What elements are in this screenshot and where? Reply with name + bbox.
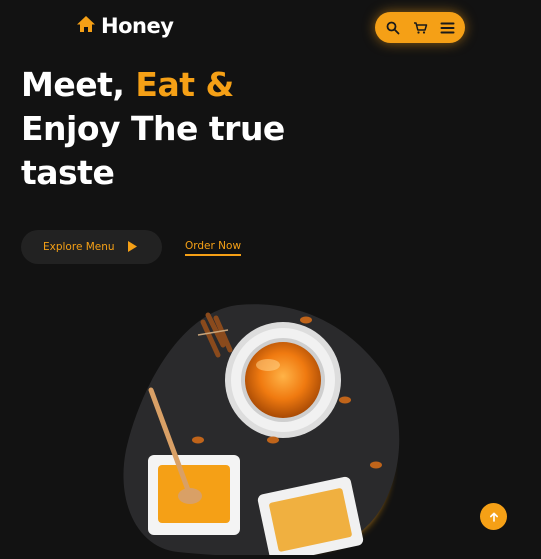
- brand-name: Honey: [101, 14, 174, 38]
- explore-menu-button[interactable]: Explore Menu: [21, 230, 162, 264]
- play-icon: [127, 238, 138, 257]
- arrow-up-icon: [489, 507, 499, 526]
- explore-menu-label: Explore Menu: [43, 241, 115, 253]
- menu-icon[interactable]: [438, 19, 456, 37]
- home-icon: [76, 14, 96, 38]
- honey-hero-image: [118, 300, 418, 559]
- hero-line-1: Meet, Eat &: [21, 65, 234, 104]
- header-icon-bar: [375, 12, 465, 43]
- hero-line-2: Enjoy The true: [21, 109, 285, 148]
- scroll-to-top-button[interactable]: [480, 503, 507, 530]
- hero-line-3: taste: [21, 153, 115, 192]
- search-icon[interactable]: [384, 19, 402, 37]
- brand-logo[interactable]: Honey: [76, 14, 174, 38]
- order-now-link[interactable]: Order Now: [185, 240, 242, 256]
- hero-accent: Eat &: [135, 65, 234, 104]
- cart-icon[interactable]: [411, 19, 429, 37]
- hero-heading: Meet, Eat & Enjoy The true taste: [21, 63, 285, 195]
